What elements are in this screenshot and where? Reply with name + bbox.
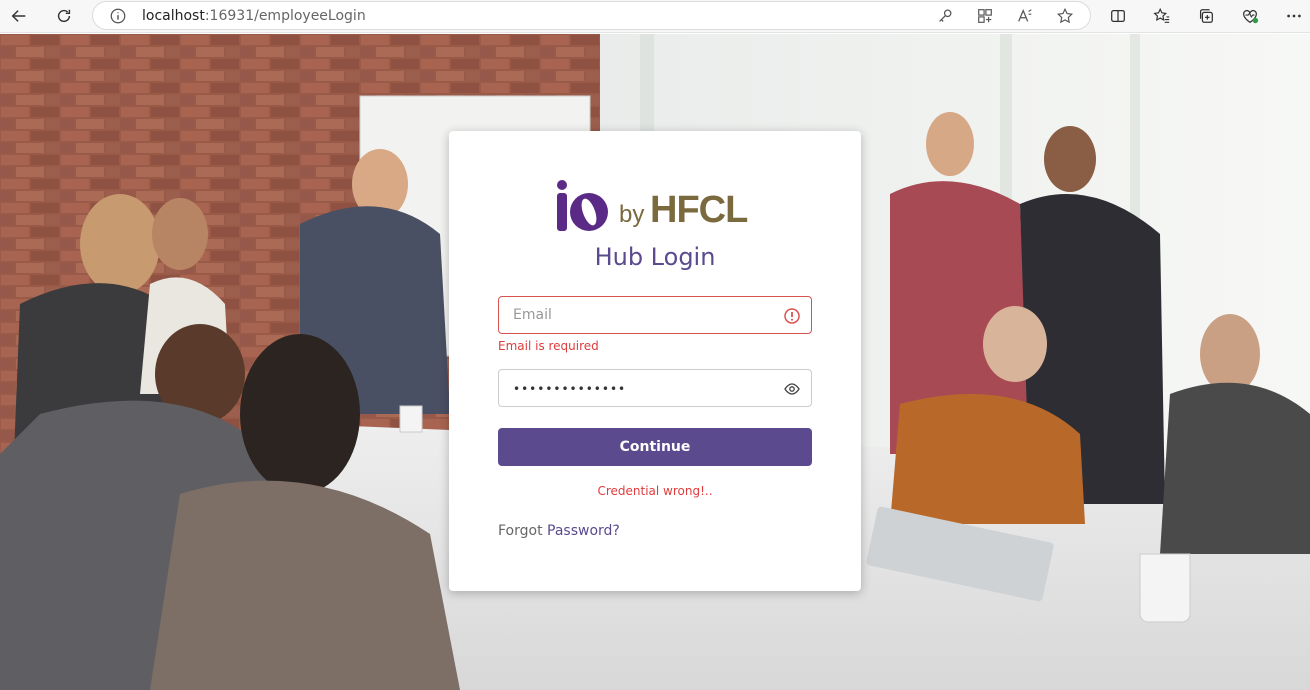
- favorites-list-icon[interactable]: [1149, 4, 1175, 28]
- browser-toolbar: localhost:16931/employeeLogin: [0, 0, 1310, 33]
- info-icon[interactable]: [109, 7, 127, 25]
- back-icon[interactable]: [6, 4, 32, 28]
- url-text[interactable]: localhost:16931/employeeLogin: [142, 8, 366, 24]
- error-icon: [783, 307, 801, 325]
- continue-button[interactable]: Continue: [498, 428, 812, 466]
- more-icon[interactable]: [1281, 4, 1307, 28]
- page-title: Hub Login: [594, 243, 716, 271]
- io-logo-mark: [557, 180, 608, 231]
- forgot-password: Forgot Password?: [498, 523, 620, 539]
- browser-essentials-icon[interactable]: [1237, 4, 1263, 28]
- favorite-icon[interactable]: [1056, 7, 1074, 25]
- logo-by-text: by: [619, 201, 645, 228]
- password-input[interactable]: [513, 379, 773, 399]
- email-input[interactable]: [513, 305, 773, 325]
- brand-logo: by HFCL: [555, 175, 755, 235]
- email-error-text: Email is required: [498, 339, 599, 353]
- forgot-password-link[interactable]: Password?: [547, 523, 620, 539]
- url-path: :16931/employeeLogin: [204, 8, 366, 24]
- email-field[interactable]: [498, 296, 812, 334]
- split-screen-icon[interactable]: [1105, 4, 1131, 28]
- key-icon[interactable]: [936, 7, 954, 25]
- collections-icon[interactable]: [1193, 4, 1219, 28]
- password-field[interactable]: [498, 369, 812, 407]
- logo-brand-text: HFCL: [650, 189, 748, 231]
- forgot-prefix: Forgot: [498, 523, 543, 539]
- eye-icon[interactable]: [783, 380, 801, 398]
- login-card: by HFCL Hub Login Email is required Cont…: [449, 131, 861, 591]
- address-bar[interactable]: localhost:16931/employeeLogin: [92, 1, 1091, 30]
- credential-error-text: Credential wrong!..: [597, 484, 713, 498]
- refresh-icon[interactable]: [51, 4, 77, 28]
- read-aloud-icon[interactable]: [1016, 7, 1034, 25]
- apps-icon[interactable]: [976, 7, 994, 25]
- url-host: localhost: [142, 8, 205, 24]
